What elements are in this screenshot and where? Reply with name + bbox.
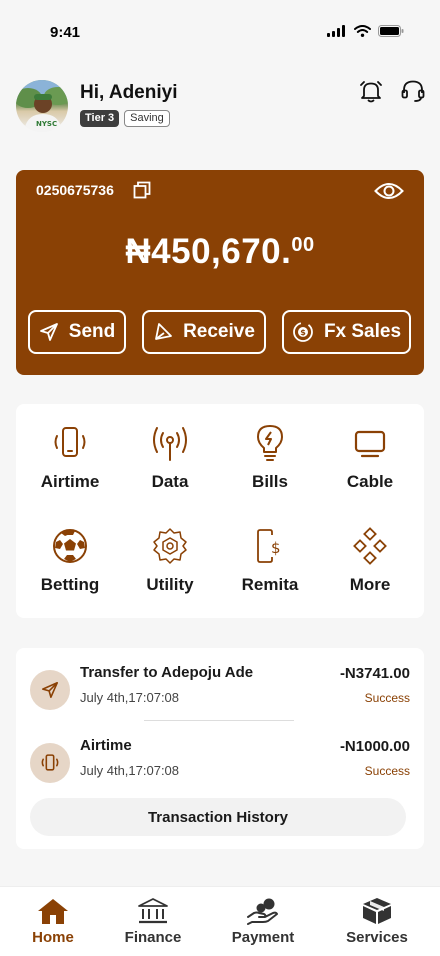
- service-more[interactable]: More: [320, 527, 420, 607]
- transaction-title: Transfer to Adepoju Ade: [80, 664, 254, 681]
- transaction-date: July 4th,17:07:08: [80, 763, 180, 778]
- alarm-bell-icon[interactable]: [358, 78, 384, 104]
- diamonds-grid-icon: [353, 527, 387, 565]
- greeting: Hi, Adeniyi: [80, 82, 178, 103]
- service-utility[interactable]: Utility: [120, 527, 220, 607]
- nav-home[interactable]: Home: [8, 897, 98, 946]
- nav-label: Home: [32, 929, 74, 946]
- service-cable[interactable]: Cable: [320, 424, 420, 504]
- fx-sales-button[interactable]: $ Fx Sales: [282, 310, 411, 354]
- divider: [144, 720, 294, 721]
- eye-icon[interactable]: [374, 180, 404, 202]
- phone-dollar-icon: $: [257, 529, 281, 563]
- transaction-amount: -N1000.00: [339, 738, 410, 755]
- service-label: Remita: [241, 575, 299, 594]
- box-icon: [363, 898, 391, 924]
- currency-exchange-icon: $: [293, 322, 313, 342]
- transaction-status: Success: [364, 764, 410, 778]
- receive-button[interactable]: Receive: [142, 310, 266, 354]
- nav-services[interactable]: Services: [332, 897, 422, 946]
- send-arrow-icon: [41, 681, 59, 699]
- services-grid: Airtime Data Bills Cable Betting Utility…: [16, 404, 424, 618]
- badges: Tier 3 Saving: [80, 110, 170, 127]
- headset-support-icon[interactable]: [400, 78, 426, 104]
- balance-main: ₦450,670.: [125, 232, 292, 271]
- gear-hexagon-icon: [153, 528, 187, 564]
- transaction-history-button[interactable]: Transaction History: [30, 798, 406, 836]
- service-label: Utility: [146, 575, 194, 594]
- bottom-nav: Home Finance Payment Services: [0, 886, 440, 956]
- send-button[interactable]: Send: [28, 310, 126, 354]
- service-label: More: [349, 575, 391, 594]
- nav-label: Payment: [231, 929, 295, 946]
- tier-badge: Tier 3: [80, 110, 120, 127]
- lightbulb-bolt-icon: [257, 425, 283, 461]
- wifi-icon: [354, 25, 371, 37]
- transaction-amount: -N3741.00: [339, 665, 410, 682]
- transaction-date: July 4th,17:07:08: [80, 690, 180, 705]
- tv-icon: [354, 430, 386, 458]
- status-time: 9:41: [50, 24, 81, 41]
- antenna-icon: [153, 427, 187, 461]
- receive-arrow-icon: [155, 323, 172, 340]
- battery-icon: [378, 25, 404, 37]
- balance-kobo: 00: [291, 234, 315, 256]
- transaction-title: Airtime: [80, 737, 132, 754]
- soccer-ball-icon: [53, 529, 87, 563]
- service-label: Bills: [252, 472, 288, 491]
- recent-transactions: Transfer to Adepoju Ade July 4th,17:07:0…: [16, 648, 424, 849]
- nav-payment[interactable]: Payment: [218, 897, 308, 946]
- transaction-status: Success: [364, 691, 410, 705]
- fx-sales-label: Fx Sales: [323, 321, 402, 342]
- service-label: Betting: [40, 575, 100, 594]
- svg-text:$: $: [271, 539, 281, 557]
- phone-signal-icon: [54, 427, 86, 457]
- transaction-icon: [30, 743, 70, 783]
- service-label: Cable: [346, 472, 394, 491]
- transaction-icon: [30, 670, 70, 710]
- header-actions: [358, 78, 426, 104]
- nav-label: Finance: [124, 929, 182, 946]
- svg-text:NYSC: NYSC: [36, 120, 57, 128]
- service-data[interactable]: Data: [120, 424, 220, 504]
- nav-finance[interactable]: Finance: [108, 897, 198, 946]
- service-remita[interactable]: $ Remita: [220, 527, 320, 607]
- avatar-photo: NYSC: [16, 80, 68, 132]
- copy-icon[interactable]: [132, 180, 152, 200]
- balance-card: 0250675736 ₦450,670.00 Send Receive $ Fx…: [16, 170, 424, 375]
- avatar[interactable]: NYSC: [16, 80, 68, 132]
- header: NYSC Hi, Adeniyi Tier 3 Saving: [16, 78, 426, 138]
- service-betting[interactable]: Betting: [20, 527, 120, 607]
- send-arrow-icon: [39, 323, 58, 341]
- service-label: Data: [151, 472, 189, 491]
- hand-coins-icon: [247, 898, 278, 925]
- cellular-signal-icon: [327, 25, 345, 37]
- account-type-badge: Saving: [124, 110, 170, 127]
- transaction-row[interactable]: Airtime July 4th,17:07:08 -N1000.00 Succ…: [30, 737, 410, 783]
- svg-text:$: $: [300, 328, 306, 337]
- phone-signal-icon: [41, 754, 59, 771]
- receive-label: Receive: [183, 321, 255, 342]
- house-icon: [38, 899, 68, 924]
- service-label: Airtime: [40, 472, 100, 491]
- service-bills[interactable]: Bills: [220, 424, 320, 504]
- service-airtime[interactable]: Airtime: [20, 424, 120, 504]
- send-label: Send: [68, 321, 116, 342]
- bank-icon: [138, 898, 168, 924]
- balance-amount: ₦450,670.00: [16, 232, 424, 272]
- status-icons: [327, 25, 404, 37]
- account-number: 0250675736: [36, 182, 114, 198]
- status-bar: 9:41: [0, 0, 440, 66]
- transaction-row[interactable]: Transfer to Adepoju Ade July 4th,17:07:0…: [30, 664, 410, 710]
- nav-label: Services: [346, 929, 408, 946]
